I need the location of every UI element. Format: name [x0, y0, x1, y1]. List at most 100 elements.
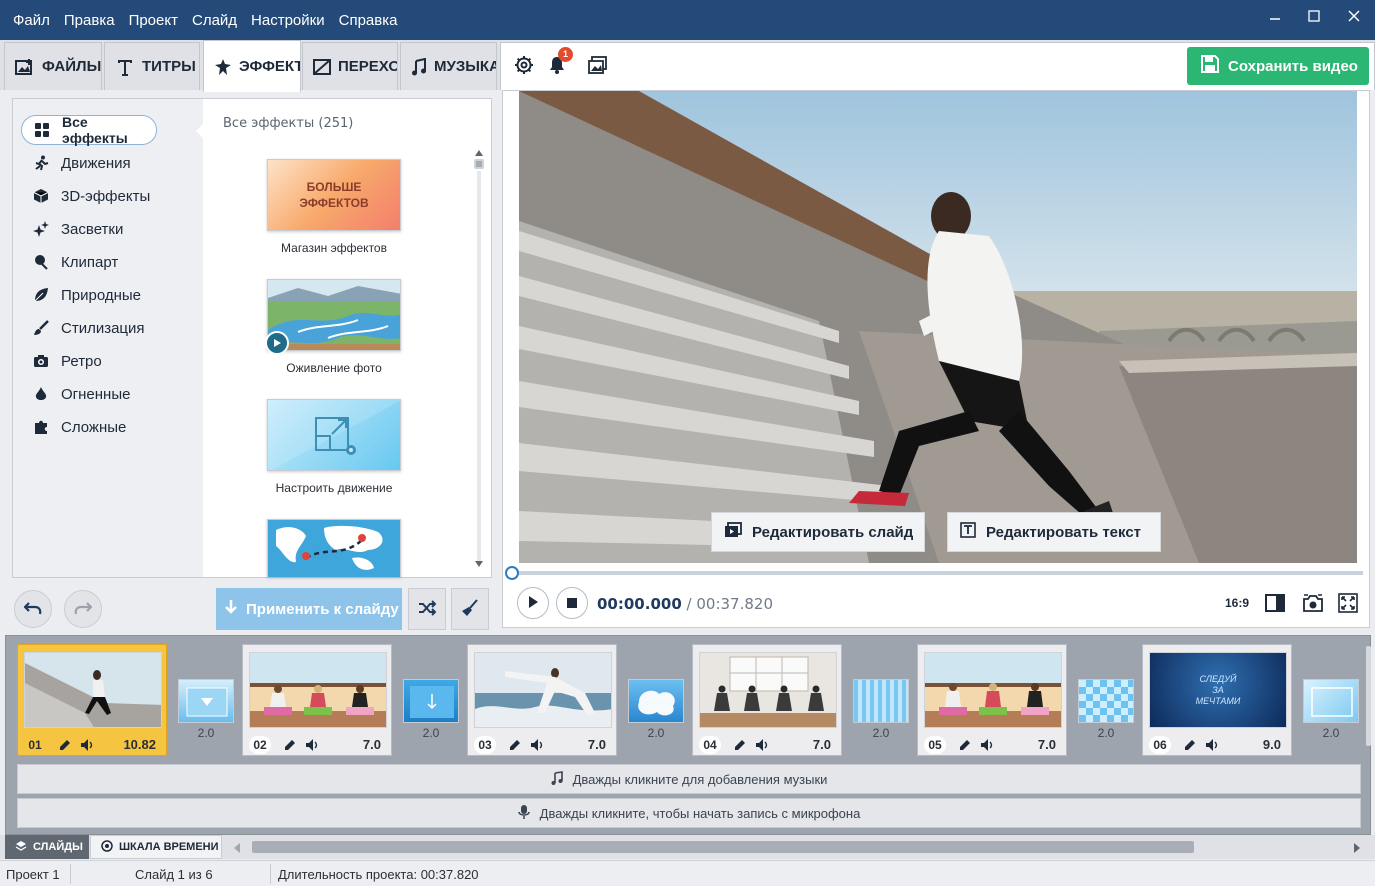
effects-scrollbar[interactable]: [472, 147, 486, 572]
close-icon[interactable]: [1343, 8, 1365, 30]
undo-button[interactable]: [14, 590, 52, 628]
edit-pencil-icon[interactable]: [1183, 738, 1197, 755]
menu-help[interactable]: Справка: [332, 12, 405, 29]
grid-icon: [34, 122, 50, 138]
transition-thumbnail[interactable]: [1303, 679, 1359, 723]
tab-slides-view[interactable]: СЛАЙДЫ: [5, 835, 89, 859]
effect-custom-motion[interactable]: Настроить движение: [267, 399, 401, 495]
fit-frame-icon[interactable]: [1263, 591, 1287, 615]
speaker-icon[interactable]: [305, 738, 319, 755]
category-light-leaks[interactable]: Засветки: [21, 214, 201, 244]
tab-transitions[interactable]: ПЕРЕХОДЫ: [302, 42, 398, 90]
playhead-knob[interactable]: [505, 566, 519, 580]
snapshot-camera-icon[interactable]: [1301, 591, 1325, 615]
main-tab-bar: ФАЙЛЫ ТИТРЫ ЭФФЕКТЫ ПЕРЕХОДЫ МУЗЫКА: [0, 40, 1375, 92]
category-fire[interactable]: Огненные: [21, 379, 201, 409]
edit-text-button[interactable]: Редактировать текст: [947, 512, 1161, 552]
music-note-icon: [551, 770, 563, 788]
slide-card[interactable]: 05 7.0: [917, 644, 1067, 756]
cube-icon: [33, 188, 49, 204]
music-track[interactable]: Дважды кликните для добавления музыки: [17, 764, 1361, 794]
edit-pencil-icon[interactable]: [733, 738, 747, 755]
tab-music[interactable]: МУЗЫКА: [400, 42, 497, 90]
category-complex[interactable]: Сложные: [21, 412, 201, 442]
effect-photo-animation[interactable]: Оживление фото: [265, 279, 401, 375]
effect-map-route[interactable]: [267, 519, 401, 587]
floppy-disk-icon: [1201, 55, 1219, 77]
settings-gear-icon[interactable]: [511, 52, 537, 78]
fullscreen-icon[interactable]: [1336, 591, 1360, 615]
aspect-ratio-label[interactable]: 16:9: [1225, 596, 1249, 610]
shuffle-icon: [418, 599, 437, 619]
broom-icon: [461, 598, 479, 620]
redo-button[interactable]: [64, 590, 102, 628]
horizontal-scroll-thumb[interactable]: [252, 841, 1194, 853]
layers-icon: [15, 840, 27, 855]
playback-time: 00:00.000 / 00:37.820: [597, 595, 773, 613]
preview-panel: Редактировать слайд Редактировать текст …: [502, 90, 1370, 628]
transition-thumbnail[interactable]: [403, 679, 459, 723]
category-motion[interactable]: Движения: [21, 148, 201, 178]
category-nature[interactable]: Природные: [21, 280, 201, 310]
tab-timeline-view[interactable]: ШКАЛА ВРЕМЕНИ: [90, 835, 222, 859]
stop-button[interactable]: [556, 587, 588, 619]
slide-card[interactable]: 04 7.0: [692, 644, 842, 756]
edit-pencil-icon[interactable]: [958, 738, 972, 755]
save-video-button[interactable]: Сохранить видео: [1187, 47, 1369, 85]
tab-files[interactable]: ФАЙЛЫ: [4, 42, 102, 90]
edit-pencil-icon[interactable]: [508, 738, 522, 755]
category-3d[interactable]: 3D-эффекты: [21, 181, 201, 211]
view-switch-bar: СЛАЙДЫ ШКАЛА ВРЕМЕНИ: [0, 835, 1375, 859]
video-preview[interactable]: [519, 91, 1357, 563]
slide-card[interactable]: СЛЕДУЙ ЗА МЕЧТАМИ 06 9.0: [1142, 644, 1292, 756]
edit-pencil-icon[interactable]: [58, 738, 72, 755]
effect-thumbnail: [267, 399, 401, 471]
status-bar: Проект 1 Слайд 1 из 6 Длительность проек…: [0, 860, 1375, 886]
microphone-track[interactable]: Дважды кликните, чтобы начать запись с м…: [17, 798, 1361, 828]
menu-edit[interactable]: Правка: [57, 12, 122, 29]
storyboard-vertical-scrollbar[interactable]: [1366, 646, 1371, 746]
playback-progress-bar[interactable]: [505, 566, 1363, 580]
speaker-icon[interactable]: [80, 738, 94, 755]
category-retro[interactable]: Ретро: [21, 346, 201, 376]
menu-file[interactable]: Файл: [6, 12, 57, 29]
menu-project[interactable]: Проект: [122, 12, 185, 29]
effects-header: Все эффекты (251): [223, 116, 354, 131]
notification-bell-icon[interactable]: 1: [544, 47, 573, 78]
slide-card[interactable]: 03 7.0: [467, 644, 617, 756]
category-stylization[interactable]: Стилизация: [21, 313, 201, 343]
menu-settings[interactable]: Настройки: [244, 12, 332, 29]
transition-thumbnail[interactable]: [178, 679, 234, 723]
scroll-left-arrow-icon[interactable]: [232, 841, 242, 857]
random-effect-button[interactable]: [408, 588, 446, 630]
transition-thumbnail[interactable]: [853, 679, 909, 723]
speaker-icon[interactable]: [755, 738, 769, 755]
slide-card[interactable]: 02 7.0: [242, 644, 392, 756]
clear-effect-button[interactable]: [451, 588, 489, 630]
transition-thumbnail[interactable]: [1078, 679, 1134, 723]
pin-icon: [33, 254, 49, 270]
gallery-icon[interactable]: [585, 52, 611, 78]
minimize-icon[interactable]: [1264, 8, 1286, 30]
tab-effects[interactable]: ЭФФЕКТЫ: [203, 40, 301, 92]
play-preview-icon[interactable]: [265, 331, 289, 355]
category-clipart[interactable]: Клипарт: [21, 247, 201, 277]
status-divider: [270, 864, 271, 884]
tab-titles[interactable]: ТИТРЫ: [104, 42, 200, 90]
maximize-icon[interactable]: [1303, 8, 1325, 30]
scroll-right-arrow-icon[interactable]: [1352, 841, 1362, 857]
category-all-effects[interactable]: Все эффекты: [21, 114, 157, 146]
effect-store[interactable]: БОЛЬШЕ ЭФФЕКТОВ Магазин эффектов: [267, 159, 401, 255]
speaker-icon[interactable]: [980, 738, 994, 755]
edit-slide-button[interactable]: Редактировать слайд: [711, 512, 925, 552]
speaker-icon[interactable]: [1205, 738, 1219, 755]
slide-card[interactable]: 01 10.82: [17, 644, 167, 756]
edit-pencil-icon[interactable]: [283, 738, 297, 755]
apply-to-slide-button[interactable]: Применить к слайду: [216, 588, 402, 630]
slide-thumbnail: СЛЕДУЙ ЗА МЕЧТАМИ: [1149, 652, 1287, 728]
menu-slide[interactable]: Слайд: [185, 12, 244, 29]
slide-thumbnail: [249, 652, 387, 728]
play-button[interactable]: [517, 587, 549, 619]
speaker-icon[interactable]: [530, 738, 544, 755]
transition-thumbnail[interactable]: [628, 679, 684, 723]
